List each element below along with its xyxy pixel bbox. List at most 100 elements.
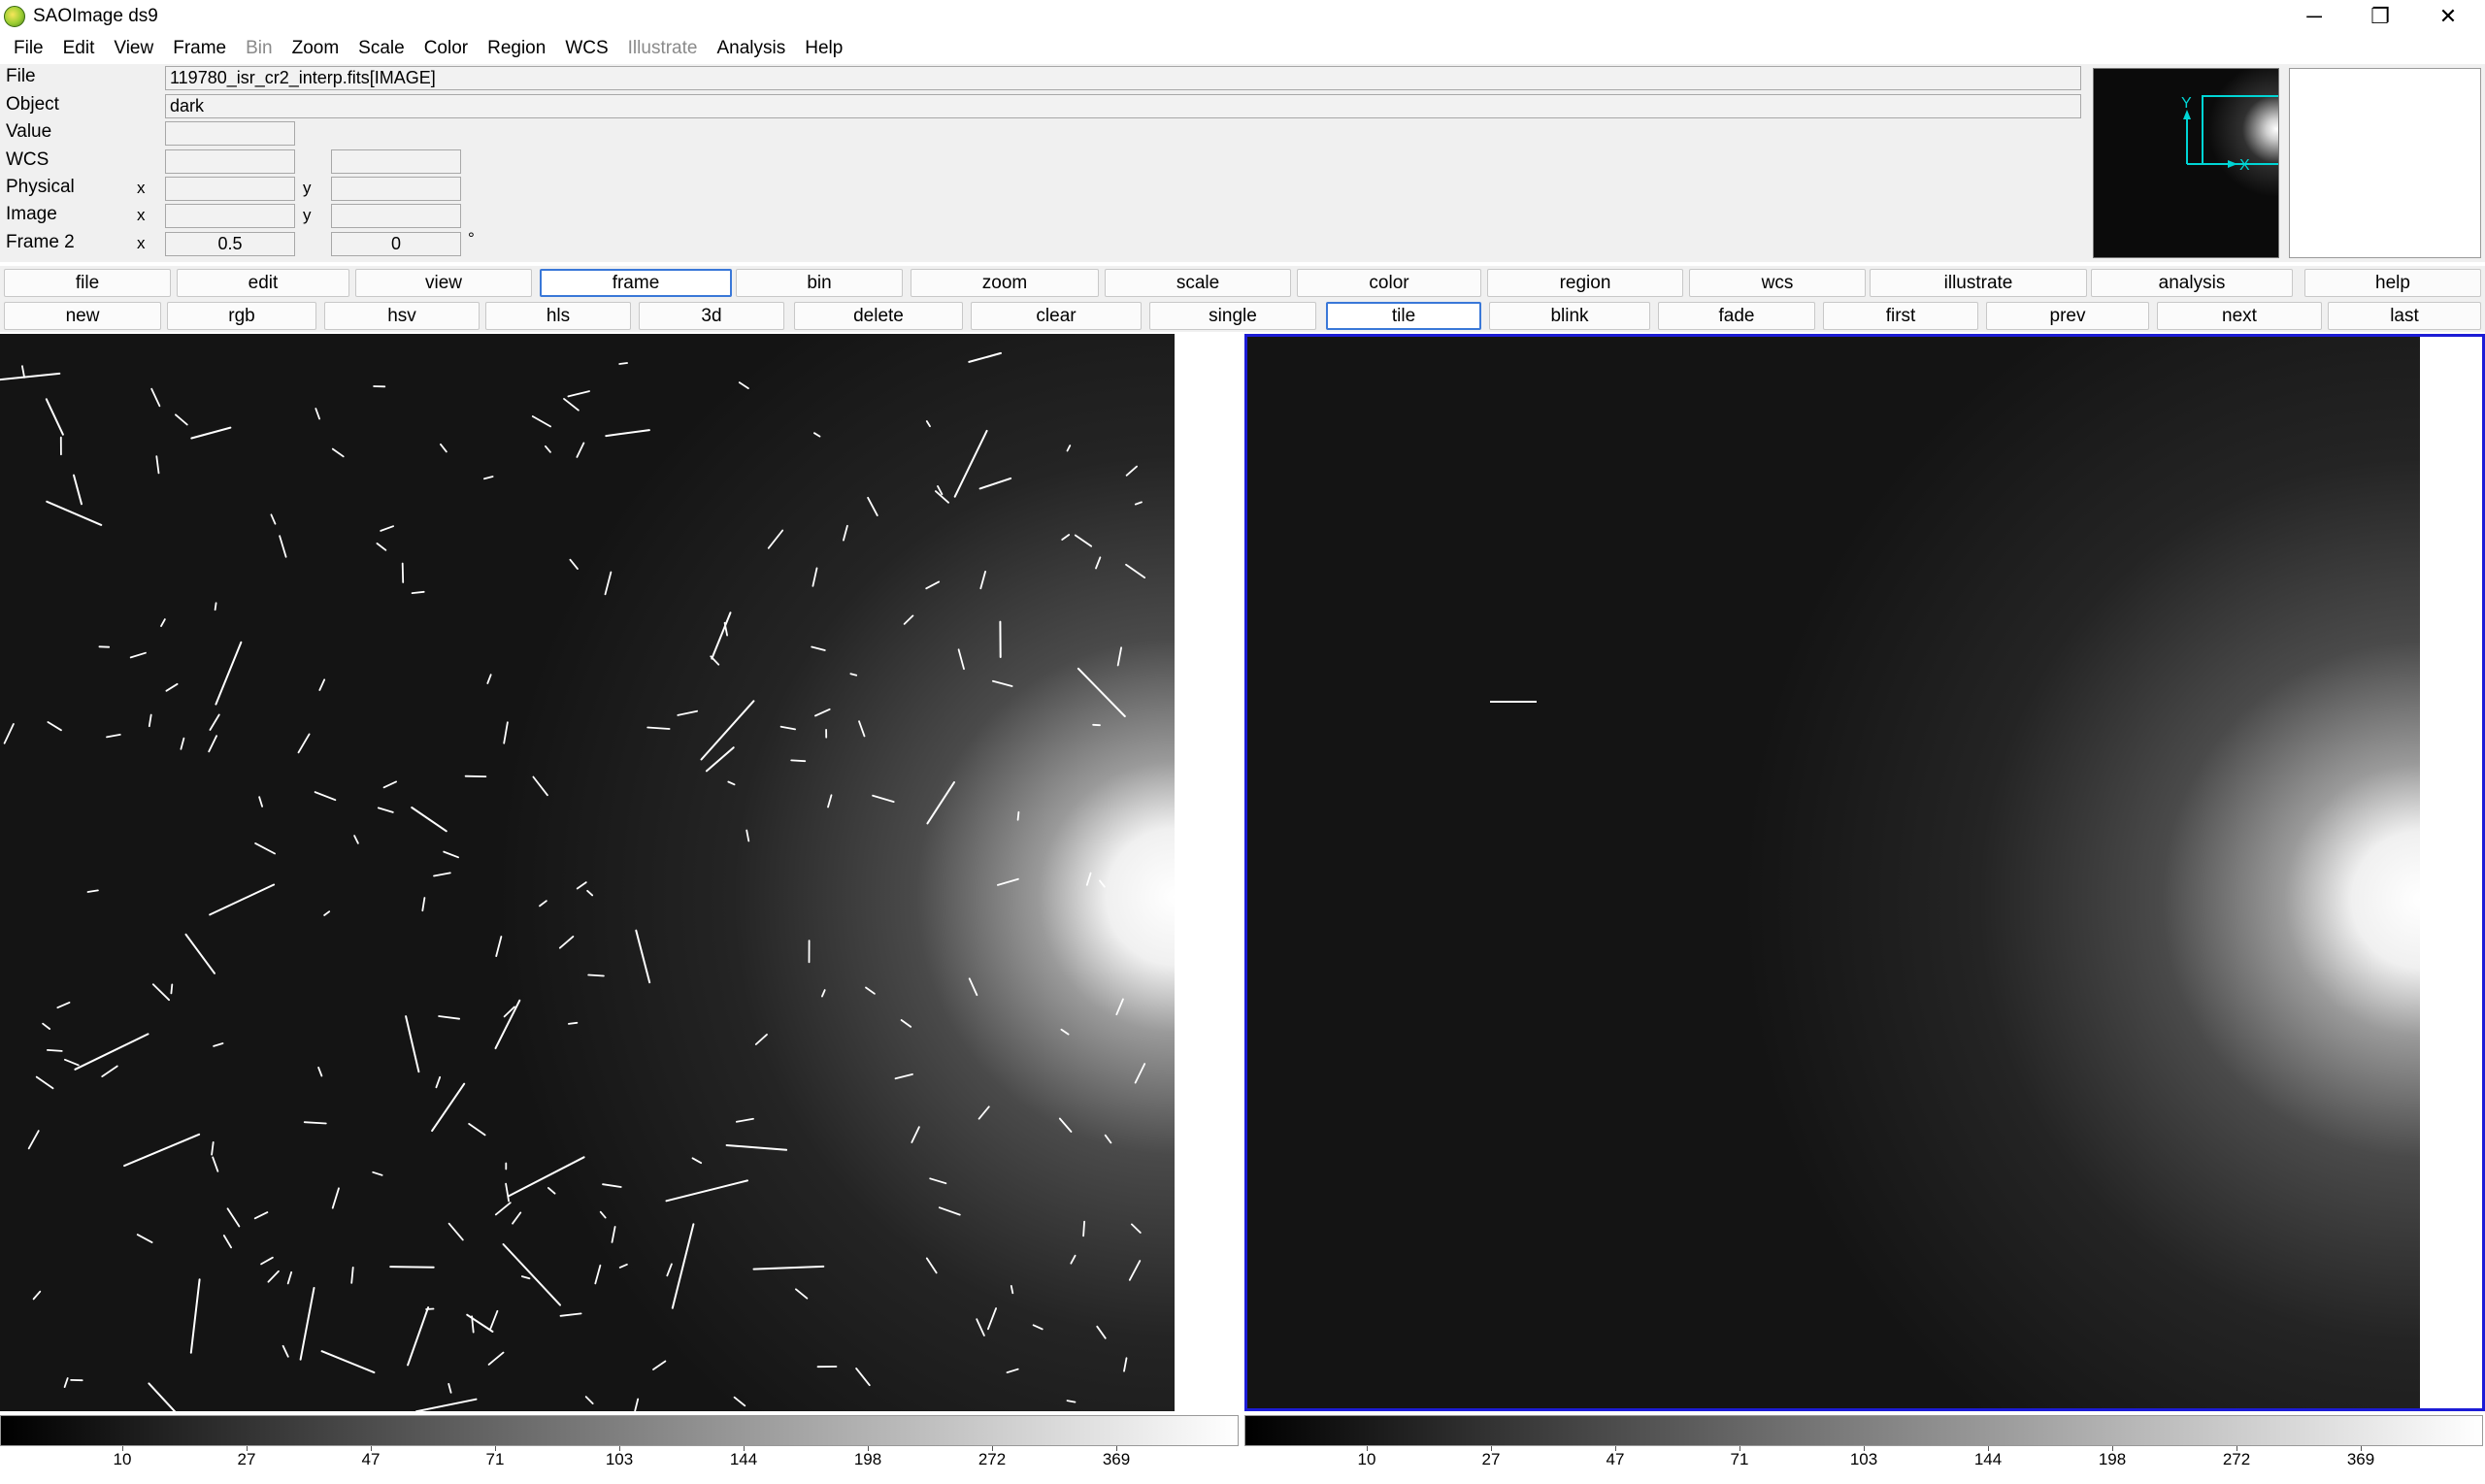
maximize-icon[interactable]: ❐ — [2347, 0, 2413, 33]
frame-3d-button[interactable]: 3d — [639, 302, 784, 330]
frame-last-button[interactable]: last — [2328, 302, 2481, 330]
panner-x-label: X — [2239, 157, 2250, 174]
cosmic-ray-streak — [618, 362, 628, 365]
image-y-field — [331, 204, 461, 228]
colorbar-tick-label: 103 — [1849, 1450, 1878, 1468]
frame-blink-button[interactable]: blink — [1489, 302, 1650, 330]
colorbar-tick-label: 10 — [1357, 1450, 1376, 1468]
frame-hls-button[interactable]: hls — [485, 302, 631, 330]
frame-button-bar: new rgb hsv hls 3d delete clear single tile blink… — [0, 299, 2485, 332]
image-x-field — [165, 204, 295, 228]
main-region-button[interactable]: region — [1487, 269, 1683, 297]
cosmic-ray-streak — [47, 1049, 63, 1052]
close-icon[interactable]: ✕ — [2415, 0, 2481, 33]
main-color-button[interactable]: color — [1297, 269, 1481, 297]
menu-illustrate[interactable]: Illustrate — [618, 33, 708, 64]
colorbar-frame-1[interactable] — [0, 1415, 1239, 1446]
menu-file[interactable]: File — [4, 33, 53, 64]
main-wcs-button[interactable]: wcs — [1689, 269, 1866, 297]
frame-angle-field: 0 — [331, 232, 461, 256]
cosmic-ray-streak — [214, 602, 217, 611]
frame-zoom-field: 0.5 — [165, 232, 295, 256]
physical-y-label: y — [303, 179, 312, 197]
main-frame-button[interactable]: frame — [540, 269, 732, 297]
menu-zoom[interactable]: Zoom — [282, 33, 349, 64]
main-zoom-button[interactable]: zoom — [911, 269, 1099, 297]
colorbar-tick-label: 144 — [1973, 1450, 2003, 1468]
cosmic-ray-streak — [568, 1021, 579, 1025]
title-bar: SAOImage ds9 ─ ❐ ✕ — [0, 0, 2485, 33]
menu-scale[interactable]: Scale — [348, 33, 414, 64]
frame-label: Frame 2 — [6, 232, 75, 252]
menu-wcs[interactable]: WCS — [555, 33, 617, 64]
colorbar-tick-label: 10 — [113, 1450, 132, 1468]
frame-next-button[interactable]: next — [2157, 302, 2322, 330]
colorbar-tick-label: 71 — [1730, 1450, 1749, 1468]
menu-region[interactable]: Region — [478, 33, 555, 64]
menu-edit[interactable]: Edit — [53, 33, 105, 64]
main-file-button[interactable]: file — [4, 269, 171, 297]
menu-analysis[interactable]: Analysis — [707, 33, 795, 64]
degree-symbol: ° — [468, 229, 475, 247]
colorbar-tick-label: 27 — [1481, 1450, 1501, 1468]
colorbar-tick-label: 103 — [605, 1450, 634, 1468]
image-label: Image — [6, 204, 57, 224]
menu-color[interactable]: Color — [414, 33, 478, 64]
colorbar-1-tick-labels: 10 27 47 71 103 144 198 272 369 — [0, 1446, 1239, 1479]
colorbar-tick-label: 198 — [853, 1450, 882, 1468]
main-analysis-button[interactable]: analysis — [2091, 269, 2293, 297]
minimize-icon[interactable]: ─ — [2281, 0, 2347, 33]
panner-y-label: Y — [2181, 95, 2192, 112]
colorbar-tick-label: 47 — [361, 1450, 381, 1468]
frame-tile-button[interactable]: tile — [1326, 302, 1481, 330]
magnifier — [2289, 68, 2481, 258]
value-label: Value — [6, 121, 52, 142]
panner[interactable]: Y X — [2093, 68, 2279, 258]
frame-delete-button[interactable]: delete — [794, 302, 963, 330]
frame-clear-button[interactable]: clear — [971, 302, 1142, 330]
value-field — [165, 121, 295, 146]
main-help-button[interactable]: help — [2304, 269, 2481, 297]
main-illustrate-button[interactable]: illustrate — [1870, 269, 2087, 297]
frame-hsv-button[interactable]: hsv — [324, 302, 480, 330]
main-button-bar: file edit view frame bin zoom scale color region… — [0, 266, 2485, 299]
colorbar-tick-label: 369 — [1102, 1450, 1131, 1468]
menu-help[interactable]: Help — [795, 33, 852, 64]
colorbar-tick-label: 369 — [2346, 1450, 2375, 1468]
menu-bar: File Edit View Frame Bin Zoom Scale Color Region… — [0, 33, 2485, 64]
colorbar-tick-label: 47 — [1606, 1450, 1625, 1468]
file-label: File — [6, 66, 36, 86]
colorbar-tick-label: 272 — [2222, 1450, 2251, 1468]
main-bin-button[interactable]: bin — [736, 269, 903, 297]
physical-y-field — [331, 177, 461, 201]
wcs-x-field — [165, 149, 295, 174]
menu-bin[interactable]: Bin — [236, 33, 282, 64]
main-view-button[interactable]: view — [355, 269, 532, 297]
wcs-y-field — [331, 149, 461, 174]
colorbar-frame-2[interactable] — [1244, 1415, 2483, 1446]
menu-frame[interactable]: Frame — [163, 33, 236, 64]
physical-label: Physical — [6, 177, 75, 197]
frame-rgb-button[interactable]: rgb — [167, 302, 316, 330]
cosmic-ray-streak — [389, 1266, 435, 1269]
frame-2[interactable] — [1244, 334, 2485, 1411]
frame-first-button[interactable]: first — [1823, 302, 1978, 330]
colorbar-tick-label: 198 — [2098, 1450, 2127, 1468]
cosmic-ray-streak — [587, 973, 605, 977]
object-label: Object — [6, 94, 59, 115]
frame-new-button[interactable]: new — [4, 302, 161, 330]
frame-single-button[interactable]: single — [1149, 302, 1316, 330]
frame-prev-button[interactable]: prev — [1986, 302, 2149, 330]
main-scale-button[interactable]: scale — [1105, 269, 1291, 297]
colorbar-tick-label: 272 — [977, 1450, 1007, 1468]
frame-fade-button[interactable]: fade — [1658, 302, 1815, 330]
wcs-label: WCS — [6, 149, 50, 170]
colorbar-tick-label: 27 — [237, 1450, 256, 1468]
cosmic-ray-streak — [1016, 810, 1020, 821]
object-field: dark — [165, 94, 2081, 118]
info-panel: File 119780_isr_cr2_interp.fits[IMAGE] O… — [0, 64, 2485, 262]
file-field: 119780_isr_cr2_interp.fits[IMAGE] — [165, 66, 2081, 90]
main-edit-button[interactable]: edit — [177, 269, 349, 297]
menu-view[interactable]: View — [104, 33, 163, 64]
frame-1[interactable] — [0, 334, 1244, 1411]
